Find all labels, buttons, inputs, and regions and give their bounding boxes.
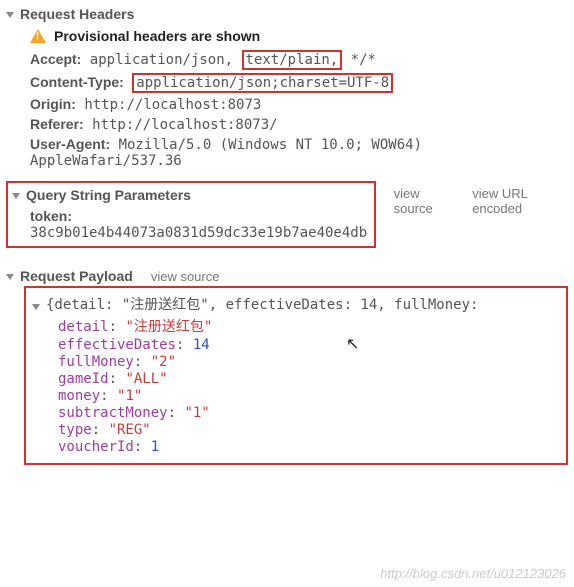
colon: : xyxy=(109,371,126,387)
highlight-box: Query String Parameters token: 38c9b01e4… xyxy=(6,181,376,248)
section-title: Request Headers xyxy=(20,6,134,22)
colon: : xyxy=(168,405,185,421)
section-title: Query String Parameters xyxy=(26,187,191,203)
chevron-down-icon xyxy=(32,304,40,310)
payload-property: subtractMoney: "1" xyxy=(58,405,560,421)
header-origin: Origin: http://localhost:8073 xyxy=(30,96,568,113)
warning-text: Provisional headers are shown xyxy=(54,28,260,44)
header-name: Referer: xyxy=(30,116,84,132)
payload-property: fullMoney: "2" xyxy=(58,354,560,370)
property-key: subtractMoney xyxy=(58,405,168,421)
payload-property: gameId: "ALL" xyxy=(58,371,560,387)
property-value: "1" xyxy=(117,388,142,404)
property-key: type xyxy=(58,422,92,438)
view-url-encoded-link[interactable]: view URL encoded xyxy=(472,186,568,216)
header-value: http://localhost:8073 xyxy=(84,97,261,113)
qs-token: token: 38c9b01e4b44073a0831d59dc33e19b7a… xyxy=(30,208,370,241)
request-headers-body: Provisional headers are shown Accept: ap… xyxy=(6,28,568,169)
header-value-pre: application/json, xyxy=(90,52,242,68)
property-key: money xyxy=(58,388,100,404)
colon: : xyxy=(176,337,193,353)
watermark: http://blog.csdn.net/u012123026 xyxy=(380,566,566,581)
header-name: User-Agent: xyxy=(30,136,110,152)
header-referer: Referer: http://localhost:8073/ xyxy=(30,116,568,133)
param-value: 38c9b01e4b44073a0831d59dc33e19b7ae40e4db xyxy=(30,225,367,241)
header-value-post: */* xyxy=(342,52,376,68)
payload-property: type: "REG" xyxy=(58,422,560,438)
colon: : xyxy=(134,354,151,370)
request-headers-toggle[interactable]: Request Headers xyxy=(6,4,568,24)
highlight-box: text/plain, xyxy=(242,50,343,70)
header-content-type: Content-Type: application/json;charset=U… xyxy=(30,73,568,93)
request-headers-section: Request Headers Provisional headers are … xyxy=(6,4,568,169)
query-string-toggle[interactable]: Query String Parameters xyxy=(12,185,370,205)
property-value: "REG" xyxy=(109,422,151,438)
property-key: voucherId xyxy=(58,439,134,455)
colon: : xyxy=(109,319,126,335)
header-name: Content-Type: xyxy=(30,74,124,90)
header-user-agent: User-Agent: Mozilla/5.0 (Windows NT 10.0… xyxy=(30,136,568,169)
view-source-link[interactable]: view source xyxy=(394,186,455,216)
warning-icon xyxy=(30,29,46,43)
header-name: Accept: xyxy=(30,51,81,67)
payload-property: effectiveDates: 14 xyxy=(58,337,560,353)
property-value: "1" xyxy=(184,405,209,421)
property-key: fullMoney xyxy=(58,354,134,370)
payload-box: {detail: "注册送红包", effectiveDates: 14, fu… xyxy=(24,286,568,465)
payload-summary: {detail: "注册送红包", effectiveDates: 14, fu… xyxy=(46,294,478,314)
colon: : xyxy=(100,388,117,404)
payload-object-toggle[interactable]: {detail: "注册送红包", effectiveDates: 14, fu… xyxy=(32,294,560,314)
query-string-section: Query String Parameters token: 38c9b01e4… xyxy=(6,181,568,254)
provisional-warning: Provisional headers are shown xyxy=(30,28,568,44)
property-value: "ALL" xyxy=(125,371,167,387)
payload-property: voucherId: 1 xyxy=(58,439,560,455)
payload-property: detail: "注册送红包" xyxy=(58,316,560,336)
param-name: token: xyxy=(30,208,72,224)
property-value: 1 xyxy=(151,439,159,455)
property-key: gameId xyxy=(58,371,109,387)
highlight-box: application/json;charset=UTF-8 xyxy=(132,73,393,93)
chevron-down-icon xyxy=(6,274,14,280)
property-value: "注册送红包" xyxy=(125,319,212,335)
property-key: detail xyxy=(58,319,109,335)
property-value: "2" xyxy=(151,354,176,370)
header-accept: Accept: application/json, text/plain, */… xyxy=(30,50,568,70)
chevron-down-icon xyxy=(12,193,20,199)
property-value: 14 xyxy=(193,337,210,353)
header-name: Origin: xyxy=(30,96,76,112)
header-value: http://localhost:8073/ xyxy=(92,117,277,133)
property-key: effectiveDates xyxy=(58,337,176,353)
request-payload-section: Request Payload view source {detail: "注册… xyxy=(6,266,568,465)
view-source-link[interactable]: view source xyxy=(151,269,220,284)
colon: : xyxy=(134,439,151,455)
request-payload-toggle[interactable]: Request Payload xyxy=(6,266,133,286)
section-title: Request Payload xyxy=(20,268,133,284)
chevron-down-icon xyxy=(6,12,14,18)
payload-property: money: "1" xyxy=(58,388,560,404)
colon: : xyxy=(92,422,109,438)
